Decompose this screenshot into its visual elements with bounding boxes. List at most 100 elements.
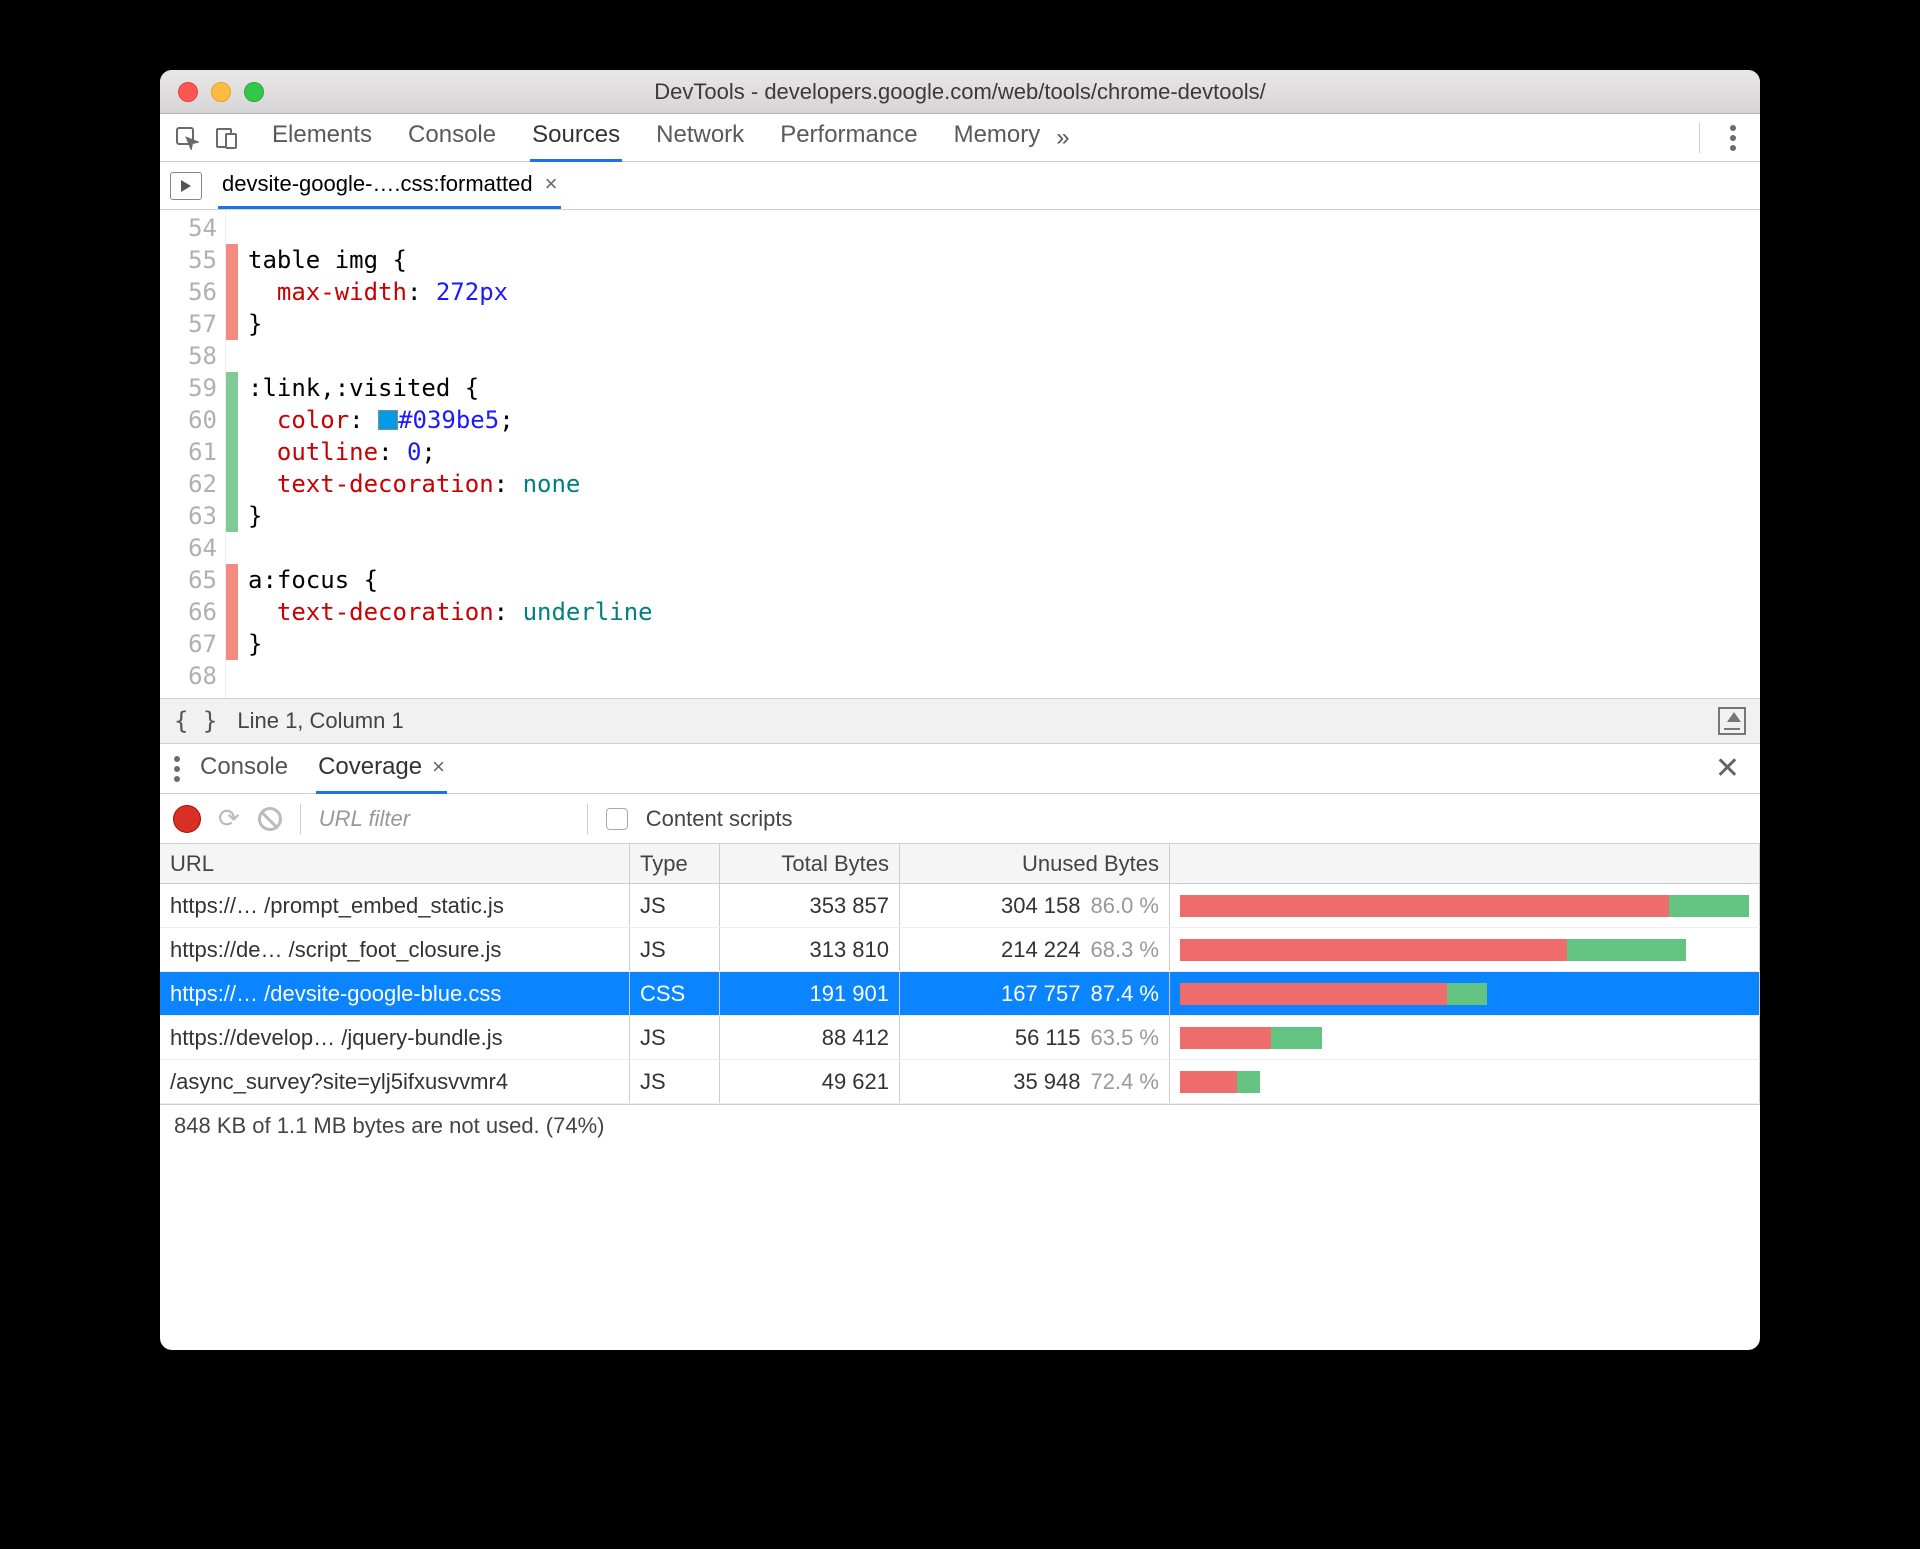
cell-bar bbox=[1170, 928, 1760, 971]
line-number: 65 bbox=[160, 564, 217, 596]
code-line: text-decoration: none bbox=[248, 468, 653, 500]
col-type[interactable]: Type bbox=[630, 844, 720, 883]
line-number: 63 bbox=[160, 500, 217, 532]
cell-total: 49 621 bbox=[720, 1060, 900, 1103]
drawer-tab-coverage[interactable]: Coverage× bbox=[316, 743, 447, 794]
clear-icon[interactable] bbox=[258, 807, 282, 831]
cell-type: JS bbox=[630, 1016, 720, 1059]
coverage-mark bbox=[226, 276, 238, 308]
tab-memory[interactable]: Memory bbox=[952, 113, 1043, 162]
close-file-icon[interactable]: × bbox=[545, 171, 558, 197]
cell-total: 313 810 bbox=[720, 928, 900, 971]
content-scripts-label: Content scripts bbox=[646, 806, 793, 832]
code-editor[interactable]: 545556575859606162636465666768 table img… bbox=[160, 210, 1760, 698]
coverage-mark bbox=[226, 500, 238, 532]
coverage-row[interactable]: https://develop… /jquery-bundle.jsJS88 4… bbox=[160, 1016, 1760, 1060]
coverage-table-body: https://… /prompt_embed_static.jsJS353 8… bbox=[160, 884, 1760, 1104]
navigator-toggle-icon[interactable] bbox=[170, 172, 202, 200]
col-total[interactable]: Total Bytes bbox=[720, 844, 900, 883]
coverage-marks bbox=[226, 210, 238, 698]
cell-type: JS bbox=[630, 928, 720, 971]
drawer-tabbar: Console Coverage× ✕ bbox=[160, 744, 1760, 794]
code-line bbox=[248, 532, 653, 564]
tab-network[interactable]: Network bbox=[654, 113, 746, 162]
cell-url: /async_survey?site=ylj5ifxusvvmr4 bbox=[160, 1060, 630, 1103]
coverage-mark bbox=[226, 660, 238, 692]
coverage-row[interactable]: https://… /prompt_embed_static.jsJS353 8… bbox=[160, 884, 1760, 928]
content-scripts-checkbox[interactable] bbox=[606, 808, 628, 830]
tab-sources[interactable]: Sources bbox=[530, 113, 622, 162]
zoom-window-icon[interactable] bbox=[244, 82, 264, 102]
code-line: outline: 0; bbox=[248, 436, 653, 468]
col-url[interactable]: URL bbox=[160, 844, 630, 883]
coverage-mark bbox=[226, 340, 238, 372]
tab-console[interactable]: Console bbox=[406, 113, 498, 162]
code-line: a:focus { bbox=[248, 564, 653, 596]
coverage-mark bbox=[226, 308, 238, 340]
cell-total: 353 857 bbox=[720, 884, 900, 927]
coverage-mark bbox=[226, 436, 238, 468]
line-number: 66 bbox=[160, 596, 217, 628]
cell-unused: 214 22468.3 % bbox=[900, 928, 1170, 971]
record-icon[interactable] bbox=[174, 806, 200, 832]
editor-statusbar: { } Line 1, Column 1 bbox=[160, 698, 1760, 744]
drawer-tab-console[interactable]: Console bbox=[198, 743, 290, 794]
code-line bbox=[248, 340, 653, 372]
device-toolbar-icon[interactable] bbox=[210, 121, 244, 155]
cell-total: 191 901 bbox=[720, 972, 900, 1015]
line-number: 61 bbox=[160, 436, 217, 468]
divider bbox=[300, 804, 301, 834]
cursor-position: Line 1, Column 1 bbox=[237, 708, 403, 734]
code-line: text-decoration: underline bbox=[248, 596, 653, 628]
main-tabbar: Elements Console Sources Network Performance… bbox=[160, 114, 1760, 162]
col-unused[interactable]: Unused Bytes bbox=[900, 844, 1170, 883]
file-tabbar: devsite-google-….css:formatted × bbox=[160, 162, 1760, 210]
code-line: max-width: 272px bbox=[248, 276, 653, 308]
inspect-element-icon[interactable] bbox=[170, 121, 204, 155]
close-tab-icon[interactable]: × bbox=[432, 754, 445, 779]
cell-url: https://… /devsite-google-blue.css bbox=[160, 972, 630, 1015]
code-line bbox=[248, 212, 653, 244]
close-drawer-icon[interactable]: ✕ bbox=[1709, 751, 1746, 786]
line-number: 67 bbox=[160, 628, 217, 660]
code-line: table img { bbox=[248, 244, 653, 276]
tab-performance[interactable]: Performance bbox=[778, 113, 919, 162]
close-window-icon[interactable] bbox=[178, 82, 198, 102]
code-line: } bbox=[248, 628, 653, 660]
pretty-print-icon[interactable]: { } bbox=[174, 707, 217, 735]
minimize-window-icon[interactable] bbox=[211, 82, 231, 102]
cell-type: JS bbox=[630, 1060, 720, 1103]
url-filter-input[interactable]: URL filter bbox=[319, 806, 539, 832]
cell-bar bbox=[1170, 972, 1760, 1015]
coverage-mark bbox=[226, 404, 238, 436]
coverage-row[interactable]: https://de… /script_foot_closure.jsJS313… bbox=[160, 928, 1760, 972]
coverage-row[interactable]: https://… /devsite-google-blue.cssCSS191… bbox=[160, 972, 1760, 1016]
cell-bar bbox=[1170, 884, 1760, 927]
window-title: DevTools - developers.google.com/web/too… bbox=[160, 79, 1760, 105]
col-bar bbox=[1170, 844, 1760, 883]
coverage-row[interactable]: /async_survey?site=ylj5ifxusvvmr4JS49 62… bbox=[160, 1060, 1760, 1104]
tab-elements[interactable]: Elements bbox=[270, 113, 374, 162]
titlebar: DevTools - developers.google.com/web/too… bbox=[160, 70, 1760, 114]
code-line: } bbox=[248, 500, 653, 532]
show-drawer-icon[interactable] bbox=[1718, 707, 1746, 735]
coverage-mark bbox=[226, 564, 238, 596]
coverage-mark bbox=[226, 372, 238, 404]
coverage-mark bbox=[226, 596, 238, 628]
cell-unused: 35 94872.4 % bbox=[900, 1060, 1170, 1103]
drawer-menu-icon[interactable] bbox=[174, 756, 180, 782]
code-line bbox=[248, 660, 653, 692]
line-number: 58 bbox=[160, 340, 217, 372]
file-tab[interactable]: devsite-google-….css:formatted × bbox=[218, 162, 561, 209]
kebab-menu-icon[interactable] bbox=[1730, 125, 1736, 151]
more-tabs-icon[interactable]: » bbox=[1042, 124, 1083, 152]
coverage-mark bbox=[226, 628, 238, 660]
code-line: :link,:visited { bbox=[248, 372, 653, 404]
coverage-table-header: URL Type Total Bytes Unused Bytes bbox=[160, 844, 1760, 884]
cell-unused: 304 15886.0 % bbox=[900, 884, 1170, 927]
code-content: table img { max-width: 272px} :link,:vis… bbox=[238, 210, 653, 698]
code-line: color: #039be5; bbox=[248, 404, 653, 436]
reload-icon[interactable]: ⟳ bbox=[218, 803, 240, 834]
code-line: } bbox=[248, 308, 653, 340]
coverage-mark bbox=[226, 532, 238, 564]
